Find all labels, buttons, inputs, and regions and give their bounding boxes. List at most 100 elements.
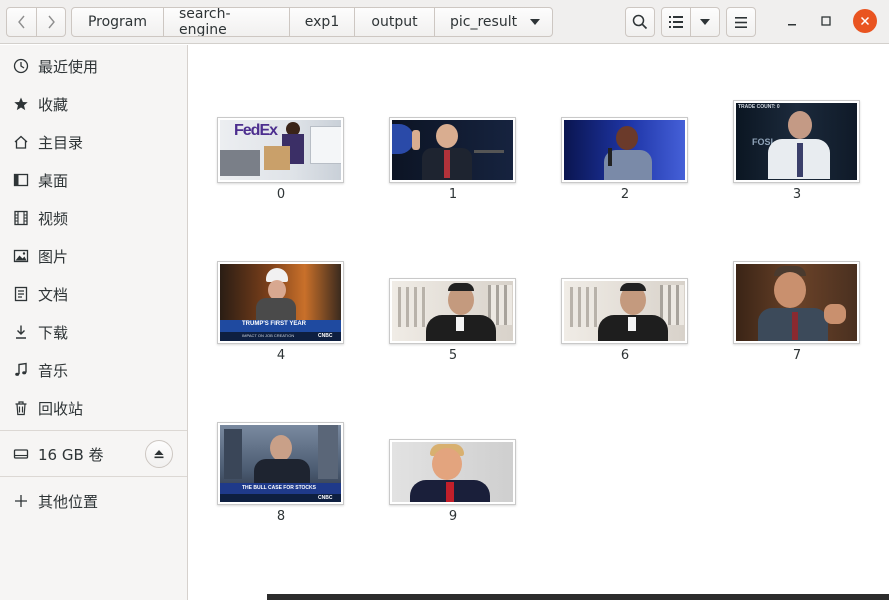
thumbnail-overlay-text: CNBC: [318, 495, 333, 501]
file-thumbnail: [561, 278, 688, 344]
dropdown-arrow-icon: [530, 19, 540, 25]
sidebar-item-label: 收藏: [38, 95, 69, 114]
sidebar-item-videos[interactable]: 视频: [0, 200, 187, 236]
thumbnail-overlay-text: THE BULL CASE FOR STOCKS: [242, 485, 316, 491]
file-thumbnail: TRADE COUNT: 0 FOSL: [733, 100, 860, 183]
sidebar-item-label: 桌面: [38, 171, 69, 190]
list-view-icon: [669, 16, 684, 28]
download-icon: [13, 324, 29, 340]
sidebar-item-label: 回收站: [38, 399, 84, 418]
hamburger-menu-icon: [735, 16, 747, 28]
star-icon: [13, 96, 29, 112]
desktop-icon: [13, 172, 29, 188]
file-item[interactable]: 9: [389, 439, 517, 525]
sidebar-item-other-locations[interactable]: 其他位置: [0, 483, 187, 519]
sidebar: 最近使用 收藏 主目录 桌面 视频 图片 文档 下载 音乐 回收站 16 GB …: [0, 45, 188, 600]
minimize-button[interactable]: [780, 9, 804, 33]
sidebar-item-label: 图片: [38, 247, 69, 266]
sidebar-item-desktop[interactable]: 桌面: [0, 162, 187, 198]
sidebar-item-recent[interactable]: 最近使用: [0, 48, 187, 84]
search-button[interactable]: [625, 7, 655, 37]
file-item[interactable]: TRUMP'S FIRST YEAR IMPACT ON JOB CREATIO…: [217, 261, 345, 364]
file-thumbnail: [733, 261, 860, 344]
home-icon: [13, 134, 29, 150]
view-options-dropdown[interactable]: [690, 8, 719, 36]
dropdown-arrow-icon: [700, 19, 711, 25]
file-thumbnail: [389, 117, 516, 183]
taskbar-edge: [267, 594, 889, 600]
back-button[interactable]: [7, 8, 36, 36]
file-name: 5: [448, 348, 458, 363]
file-name: 7: [792, 348, 802, 363]
sidebar-divider: [0, 476, 187, 477]
sidebar-item-label: 文档: [38, 285, 69, 304]
sidebar-item-starred[interactable]: 收藏: [0, 86, 187, 122]
file-thumbnail: TRUMP'S FIRST YEAR IMPACT ON JOB CREATIO…: [217, 261, 344, 344]
file-thumbnail: [561, 117, 688, 183]
sidebar-divider: [0, 430, 187, 431]
forward-button[interactable]: [36, 8, 65, 36]
file-name: 8: [276, 509, 286, 524]
sidebar-item-home[interactable]: 主目录: [0, 124, 187, 160]
minimize-icon: [788, 24, 796, 26]
eject-button[interactable]: [145, 440, 173, 468]
file-thumbnail: [389, 439, 516, 505]
file-thumbnail: [389, 278, 516, 344]
path-crumb-search-engine[interactable]: search-engine: [163, 8, 289, 36]
file-item[interactable]: 6: [561, 278, 689, 364]
file-item[interactable]: 7: [733, 261, 861, 364]
path-bar: Program search-engine exp1 output pic_re…: [71, 7, 553, 37]
clock-icon: [13, 58, 29, 74]
sidebar-item-label: 主目录: [38, 133, 84, 152]
chevron-right-icon: [48, 15, 55, 29]
file-name: 9: [448, 509, 458, 524]
file-name: 3: [792, 187, 802, 202]
close-button[interactable]: [853, 9, 877, 33]
path-crumb-exp1[interactable]: exp1: [289, 8, 354, 36]
sidebar-item-music[interactable]: 音乐: [0, 352, 187, 388]
thumbnail-overlay-text: IMPACT ON JOB CREATION: [242, 333, 295, 338]
file-name: 4: [276, 348, 286, 363]
close-icon: [860, 16, 870, 26]
maximize-icon: [821, 16, 831, 26]
thumbnail-overlay-text: CNBC: [318, 333, 333, 339]
list-view-button[interactable]: [662, 8, 690, 36]
sidebar-item-pictures[interactable]: 图片: [0, 238, 187, 274]
sidebar-item-label: 音乐: [38, 361, 69, 380]
file-item[interactable]: FedEx 0: [217, 117, 345, 203]
thumbnail-overlay-text: TRADE COUNT: 0: [738, 104, 780, 110]
sidebar-item-documents[interactable]: 文档: [0, 276, 187, 312]
file-thumbnail: THE BULL CASE FOR STOCKS CNBC: [217, 422, 344, 505]
file-name: 2: [620, 187, 630, 202]
sidebar-item-label: 其他位置: [38, 492, 99, 511]
plus-icon: [13, 493, 29, 509]
thumbnail-overlay-text: TRUMP'S FIRST YEAR: [242, 321, 306, 327]
thumbnail-logo-text: FedEx: [234, 122, 278, 139]
picture-icon: [13, 248, 29, 264]
menu-button[interactable]: [726, 7, 756, 37]
file-grid: FedEx 0 1 2 TRADE COUNT: 0 FOSL 3 TRUMP'…: [188, 45, 889, 594]
file-name: 0: [276, 187, 286, 202]
path-crumb-output[interactable]: output: [354, 8, 434, 36]
document-icon: [13, 286, 29, 302]
eject-icon: [154, 450, 164, 459]
file-thumbnail: FedEx: [217, 117, 344, 183]
file-item[interactable]: 5: [389, 278, 517, 364]
file-item[interactable]: 2: [561, 117, 689, 203]
sidebar-item-label: 下载: [38, 323, 69, 342]
path-crumb-pic-result[interactable]: pic_result: [434, 8, 552, 36]
maximize-button[interactable]: [814, 9, 838, 33]
file-name: 1: [448, 187, 458, 202]
file-item[interactable]: 1: [389, 117, 517, 203]
file-item[interactable]: THE BULL CASE FOR STOCKS CNBC 8: [217, 422, 345, 525]
music-icon: [13, 362, 29, 378]
sidebar-item-downloads[interactable]: 下载: [0, 314, 187, 350]
path-crumb-program[interactable]: Program: [72, 8, 163, 36]
header-bar: Program search-engine exp1 output pic_re…: [0, 0, 889, 44]
sidebar-item-trash[interactable]: 回收站: [0, 390, 187, 426]
sidebar-item-volume[interactable]: 16 GB 卷: [0, 436, 140, 472]
view-options: [661, 7, 720, 37]
navigation-buttons: [6, 7, 66, 37]
trash-icon: [13, 400, 29, 416]
file-item[interactable]: TRADE COUNT: 0 FOSL 3: [733, 100, 861, 203]
